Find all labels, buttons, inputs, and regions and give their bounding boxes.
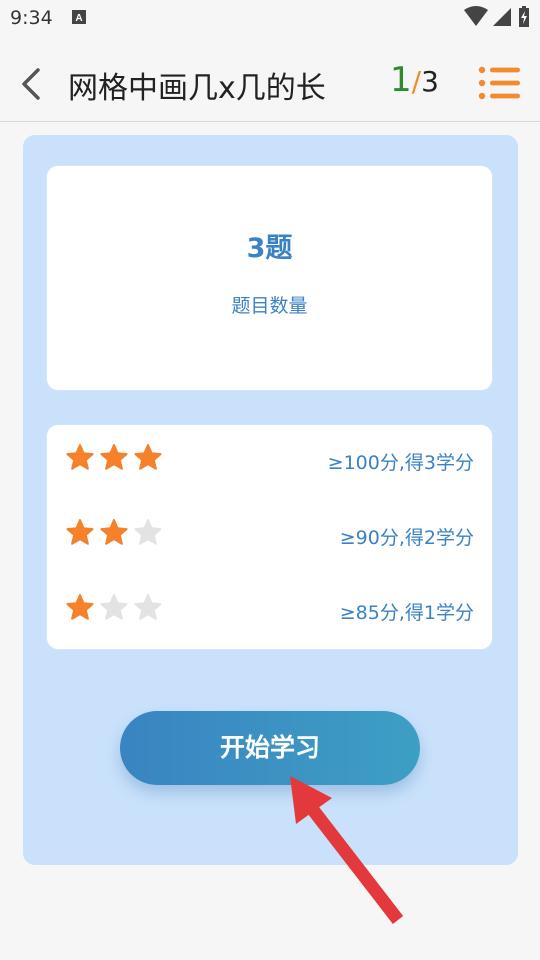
status-time: 9:34 (10, 7, 53, 29)
star-empty-icon (134, 519, 162, 545)
system-icons (463, 6, 530, 32)
rule-row: ≥90分,得2学分 (47, 518, 492, 558)
scoring-rules-card: ≥100分,得3学分 ≥90分,得2学分 ≥85分,得1学分 (46, 424, 493, 650)
back-arrow-icon[interactable] (18, 64, 46, 104)
question-progress: 1/3 (390, 60, 439, 100)
rule-text: ≥100分,得3学分 (327, 452, 474, 474)
progress-separator: / (411, 65, 422, 98)
lesson-panel: 3题 题目数量 ≥100分,得3学分 ≥90分,得2学分 ≥85分,得1学分 开… (23, 135, 518, 865)
rule-text: ≥90分,得2学分 (339, 527, 474, 549)
signal-icon (492, 8, 511, 26)
wifi-icon (463, 6, 488, 26)
star-filled-icon (100, 444, 128, 470)
progress-total: 3 (421, 65, 439, 98)
list-menu-icon[interactable] (478, 64, 520, 102)
star-filled-icon (134, 444, 162, 470)
a-notification-icon: A (72, 10, 86, 24)
progress-current: 1 (390, 60, 412, 100)
svg-text:A: A (75, 13, 82, 24)
star-filled-icon (66, 444, 94, 470)
battery-charging-icon (519, 6, 529, 27)
star-rating (65, 443, 167, 473)
rule-row: ≥100分,得3学分 (47, 443, 492, 483)
rule-text: ≥85分,得1学分 (339, 602, 474, 624)
rule-row: ≥85分,得1学分 (47, 593, 492, 633)
app-bar: 网格中画几x几的长 1/3 (0, 36, 540, 122)
star-rating (65, 593, 167, 623)
question-count-label: 题目数量 (231, 295, 308, 317)
page-title: 网格中画几x几的长 (68, 71, 326, 106)
star-rating (65, 518, 167, 548)
status-bar: 9:34 A (0, 0, 540, 36)
star-filled-icon (100, 519, 128, 545)
star-empty-icon (134, 594, 162, 620)
star-filled-icon (66, 519, 94, 545)
star-filled-icon (66, 594, 94, 620)
star-empty-icon (100, 594, 128, 620)
red-pointer-arrow-icon (290, 776, 404, 924)
question-count: 3题 (246, 233, 293, 264)
question-count-card: 3题 题目数量 (46, 165, 493, 391)
